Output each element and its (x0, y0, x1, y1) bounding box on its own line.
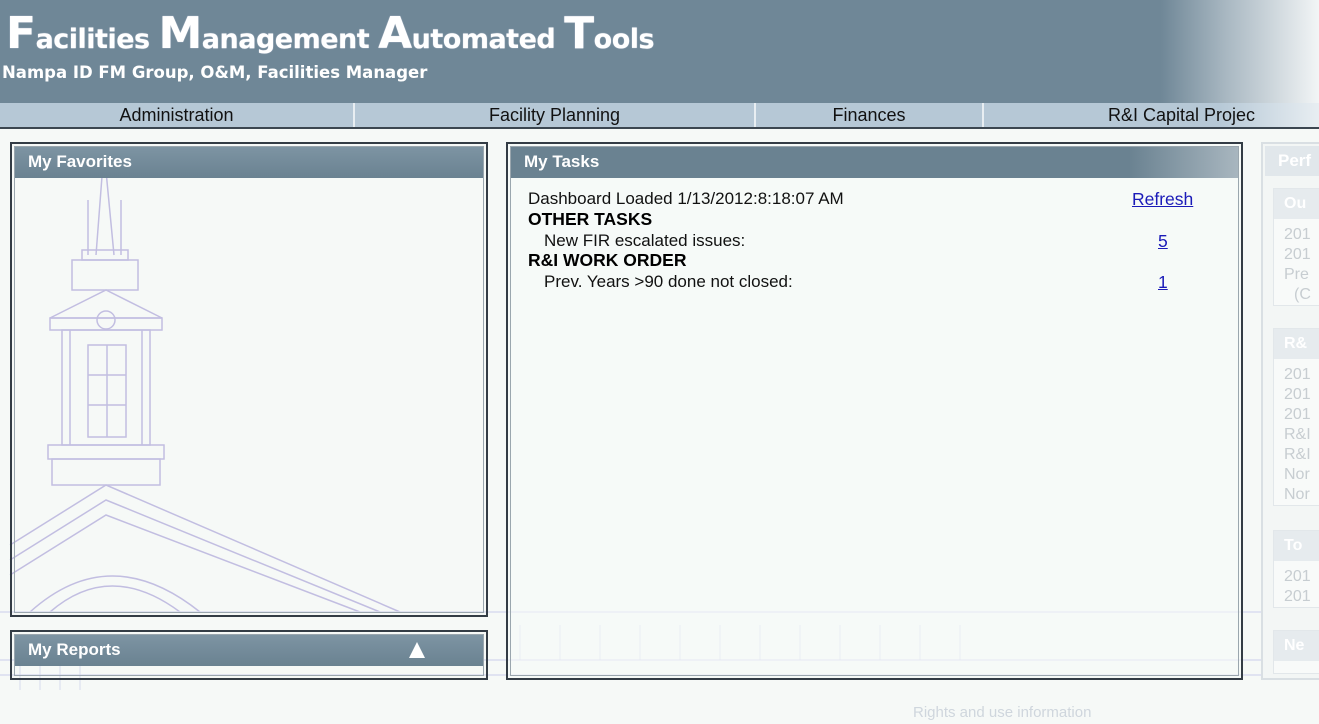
title-word-automated: utomated (411, 24, 565, 55)
perf-block-1-line: Pre (1284, 266, 1309, 283)
perf-block-2-line: 201 (1284, 406, 1311, 423)
title-initial-a: A (378, 8, 412, 59)
perf-block-4: Ne (1273, 630, 1319, 674)
title-initial-m: M (158, 8, 203, 59)
rights-and-use-link[interactable]: Rights and use information (913, 704, 1091, 721)
task-count-link-fir-escalated[interactable]: 5 (1158, 231, 1168, 252)
dashboard-loaded-timestamp: Dashboard Loaded 1/13/2012:8:18:07 AM (528, 189, 844, 208)
nav-item-ri-capital-projects[interactable]: R&I Capital Projec (984, 103, 1319, 127)
perf-block-2-line: 201 (1284, 366, 1311, 383)
perf-block-4-head: Ne (1274, 631, 1319, 661)
perf-block-3-head: To (1274, 531, 1319, 561)
section-heading-ri-work-order: R&I WORK ORDER (528, 250, 687, 270)
refresh-link[interactable]: Refresh (1132, 189, 1193, 210)
title-word-tools: ools (593, 24, 655, 55)
perf-block-2: R& 201 201 201 R&I R&I Nor Nor (1273, 328, 1319, 506)
favorites-panel-frame: My Favorites (14, 146, 484, 613)
title-initial-t: T (564, 8, 594, 59)
perf-block-1-line: (C (1294, 286, 1311, 303)
title-initial-f: F (6, 8, 36, 59)
user-context-line: Nampa ID FM Group, O&M, Facilities Manag… (2, 63, 428, 82)
app-title: Facilities Management Automated Tools (6, 8, 655, 59)
perf-block-1-head: Ou (1274, 189, 1319, 219)
section-heading-other-tasks: OTHER TASKS (528, 209, 653, 229)
perf-block-2-line: R&I (1284, 446, 1311, 463)
title-word-management: anagement (201, 24, 379, 55)
task-count-link-prev-years[interactable]: 1 (1158, 272, 1168, 293)
main-nav: Administration Facility Planning Finance… (0, 103, 1319, 129)
perf-block-2-line: Nor (1284, 466, 1310, 483)
favorites-panel-title: My Favorites (15, 147, 483, 178)
perf-block-2-line: 201 (1284, 386, 1311, 403)
nav-item-ri-capital-projects-label: R&I Capital Projec (1107, 104, 1256, 125)
perf-block-1-line: 201 (1284, 226, 1311, 243)
perf-block-2-line: Nor (1284, 486, 1310, 503)
task-item-label-prev-years: Prev. Years >90 done not closed: (544, 272, 793, 291)
task-item-label-fir-escalated: New FIR escalated issues: (544, 231, 746, 250)
tasks-panel-title: My Tasks (511, 147, 1238, 178)
perf-block-1-line: 201 (1284, 246, 1311, 263)
perf-block-3: To 201 201 (1273, 530, 1319, 608)
perf-block-3-line: 201 (1284, 568, 1311, 585)
reports-panel-frame: My Reports (14, 634, 484, 676)
perf-block-2-head: R& (1274, 329, 1319, 359)
reports-panel-title: My Reports (28, 640, 121, 659)
nav-item-facility-planning[interactable]: Facility Planning (355, 103, 756, 127)
app-header: Facilities Management Automated Tools Na… (0, 0, 1319, 103)
performance-panel-title: Perf (1265, 146, 1319, 176)
nav-item-administration[interactable]: Administration (0, 103, 355, 127)
title-word-facilities: acilities (35, 24, 159, 55)
performance-panel: Perf Ou 201 201 Pre (C R& 201 201 201 R&… (1261, 142, 1319, 680)
reports-panel-header: My Reports (15, 635, 483, 666)
perf-block-3-line: 201 (1284, 588, 1311, 605)
tasks-panel-frame: My Tasks Dashboard Loaded 1/13/2012:8:18… (510, 146, 1239, 676)
nav-item-finances[interactable]: Finances (756, 103, 984, 127)
collapse-arrow-up-icon[interactable] (409, 642, 425, 658)
perf-block-1: Ou 201 201 Pre (C (1273, 188, 1319, 306)
reports-panel: My Reports (10, 630, 488, 680)
tasks-panel: My Tasks Dashboard Loaded 1/13/2012:8:18… (506, 142, 1243, 680)
perf-block-2-line: R&I (1284, 426, 1311, 443)
favorites-panel: My Favorites (10, 142, 488, 617)
